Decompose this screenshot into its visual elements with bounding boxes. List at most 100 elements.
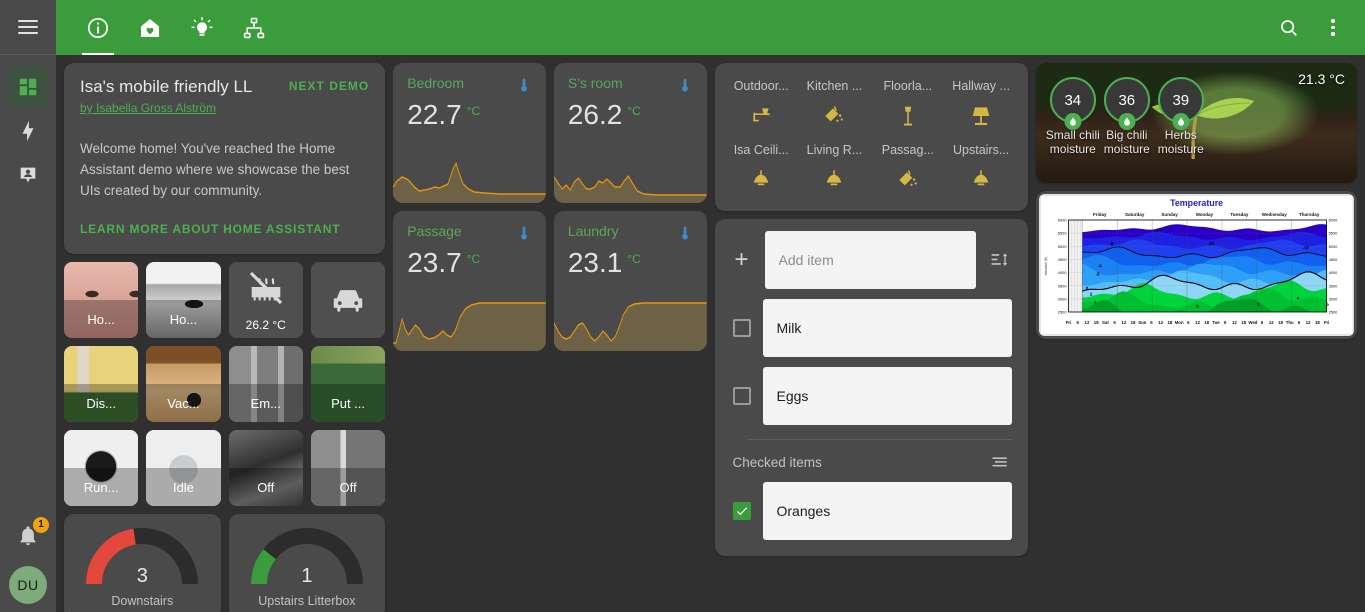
sort-button[interactable] (988, 250, 1012, 270)
entity-floorlamp-light[interactable]: Floorla... (871, 79, 944, 129)
entity-label: Hallway ... (952, 79, 1010, 93)
item-label[interactable]: Milk (763, 299, 1012, 357)
entity-kitchen-light[interactable]: Kitchen ... (798, 79, 871, 129)
ceiling-light-spot-icon (895, 167, 921, 193)
sensor-card-ss-room[interactable]: S's room 26.2 °C (554, 63, 707, 203)
plant-badge-herbs[interactable]: 39 Herbs moisture (1158, 77, 1204, 123)
svg-text:18: 18 (1241, 320, 1246, 325)
notifications-button[interactable]: 1 (8, 516, 48, 556)
sensor-value-row: 26.2 °C (554, 95, 707, 129)
list-item[interactable]: Put ... (311, 346, 385, 422)
list-item-label: Dis... (64, 384, 138, 422)
entity-isa-ceiling-light[interactable]: Isa Ceili... (725, 143, 798, 193)
sidebar-item-overview[interactable] (8, 67, 48, 107)
list-item[interactable] (311, 262, 385, 338)
svg-text:4000: 4000 (1328, 270, 1338, 275)
learn-more-link[interactable]: LEARN MORE ABOUT HOME ASSISTANT (80, 222, 369, 236)
sensor-unit: °C (627, 252, 640, 266)
list-item[interactable]: Ho... (64, 262, 138, 338)
item-checkbox[interactable] (733, 319, 751, 337)
entity-label: Outdoor... (734, 79, 789, 93)
list-item[interactable]: Dis... (64, 346, 138, 422)
list-item-label: Off (229, 468, 303, 506)
add-item-input[interactable] (765, 231, 976, 289)
svg-text:elevation (ft): elevation (ft) (1044, 257, 1048, 276)
item-label[interactable]: Eggs (763, 367, 1012, 425)
sensor-history-graph (554, 143, 707, 203)
svg-text:12: 12 (1195, 320, 1200, 325)
svg-text:Saturday: Saturday (1125, 212, 1145, 217)
search-button[interactable] (1269, 8, 1309, 48)
plant-card[interactable]: 21.3 °C 34 Small chili moisture 36 (1036, 63, 1357, 183)
entity-hallway-light[interactable]: Hallway ... (944, 79, 1017, 129)
list-item-label: Off (311, 468, 385, 506)
lightbulb-on-icon (190, 16, 214, 40)
svg-text:4500: 4500 (1058, 257, 1068, 262)
list-item[interactable]: 26.2 °C (229, 262, 303, 338)
hamburger-menu-icon[interactable] (18, 20, 38, 34)
welcome-body: Welcome home! You've reached the Home As… (80, 139, 369, 202)
tab-sitemap[interactable] (228, 0, 280, 55)
svg-text:6000: 6000 (1328, 218, 1338, 223)
weather-chart-card[interactable]: TemperatureFridaySaturdaySundayMondayTue… (1036, 191, 1357, 339)
ceiling-light-icon (821, 167, 847, 193)
next-demo-button[interactable]: NEXT DEMO (289, 77, 369, 93)
temperature-contour-chart: TemperatureFridaySaturdaySundayMondayTue… (1039, 194, 1354, 336)
sensor-unit: °C (467, 252, 480, 266)
history-sparkline (554, 291, 707, 351)
list-item[interactable]: Ho... (146, 262, 220, 338)
plant-badge-big-chili[interactable]: 36 Big chili moisture (1104, 77, 1150, 123)
entity-living-room-light[interactable]: Living R... (798, 143, 871, 193)
list-item[interactable]: Idle (146, 430, 220, 506)
plus-icon[interactable]: + (731, 248, 753, 272)
entity-passage-light[interactable]: Passag... (871, 143, 944, 193)
author-link[interactable]: by Isabella Gross Alström (80, 101, 216, 115)
gauge-dial: 3 (82, 526, 202, 588)
gauge-dial: 1 (247, 526, 367, 588)
sidebar-item-map[interactable] (8, 155, 48, 195)
ceiling-light-icon (968, 167, 994, 193)
svg-text:12: 12 (1121, 320, 1126, 325)
tab-home[interactable] (124, 0, 176, 55)
list-item-label: Vac... (146, 384, 220, 422)
sensor-card-passage[interactable]: Passage 23.7 °C (393, 211, 546, 351)
svg-text:12: 12 (1232, 320, 1237, 325)
sensor-name: Passage (407, 223, 461, 239)
gauge-card-upstairs-litterbox[interactable]: 1 Upstairs Litterbox (229, 514, 386, 612)
list-item[interactable]: Off (229, 430, 303, 506)
list-item[interactable]: Run... (64, 430, 138, 506)
sidebar-item-energy[interactable] (8, 111, 48, 151)
overflow-menu-button[interactable] (1313, 8, 1353, 48)
list-item-label: Ho... (64, 300, 138, 338)
sensor-card-bedroom[interactable]: Bedroom 22.7 °C (393, 63, 546, 203)
svg-text:3000: 3000 (1328, 296, 1338, 301)
entity-outdoor-light[interactable]: Outdoor... (725, 79, 798, 129)
item-label[interactable]: Oranges (763, 482, 1012, 540)
check-icon (735, 504, 749, 518)
entity-upstairs-light[interactable]: Upstairs... (944, 143, 1017, 193)
svg-text:3500: 3500 (1058, 283, 1068, 288)
avatar[interactable]: DU (9, 566, 47, 604)
item-checkbox[interactable] (733, 502, 751, 520)
tab-info[interactable] (72, 0, 124, 55)
sensor-card-laundry[interactable]: Laundry 23.1 °C (554, 211, 707, 351)
sensor-value-row: 23.1 °C (554, 243, 707, 277)
entity-label: Floorla... (883, 79, 932, 93)
item-checkbox[interactable] (733, 387, 751, 405)
sidebar-bottom: 1 DU (0, 516, 56, 604)
gauge-card-downstairs[interactable]: 3 Downstairs (64, 514, 221, 612)
svg-text:12: 12 (1158, 320, 1163, 325)
list-item[interactable]: Vac... (146, 346, 220, 422)
plant-badge-small-chili[interactable]: 34 Small chili moisture (1050, 77, 1096, 123)
list-item[interactable]: Em... (229, 346, 303, 422)
menu-button[interactable] (0, 0, 56, 55)
sensor-card-header: Passage (393, 211, 546, 243)
dashboard-view: Isa's mobile friendly LL by Isabella Gro… (56, 55, 1365, 612)
clear-completed-button[interactable] (988, 452, 1012, 472)
history-sparkline (393, 291, 546, 351)
list-item[interactable]: Off (311, 430, 385, 506)
list-item: Milk (731, 299, 1012, 357)
svg-text:12: 12 (1084, 320, 1089, 325)
tab-lights[interactable] (176, 0, 228, 55)
svg-text:Thu: Thu (1286, 320, 1294, 325)
